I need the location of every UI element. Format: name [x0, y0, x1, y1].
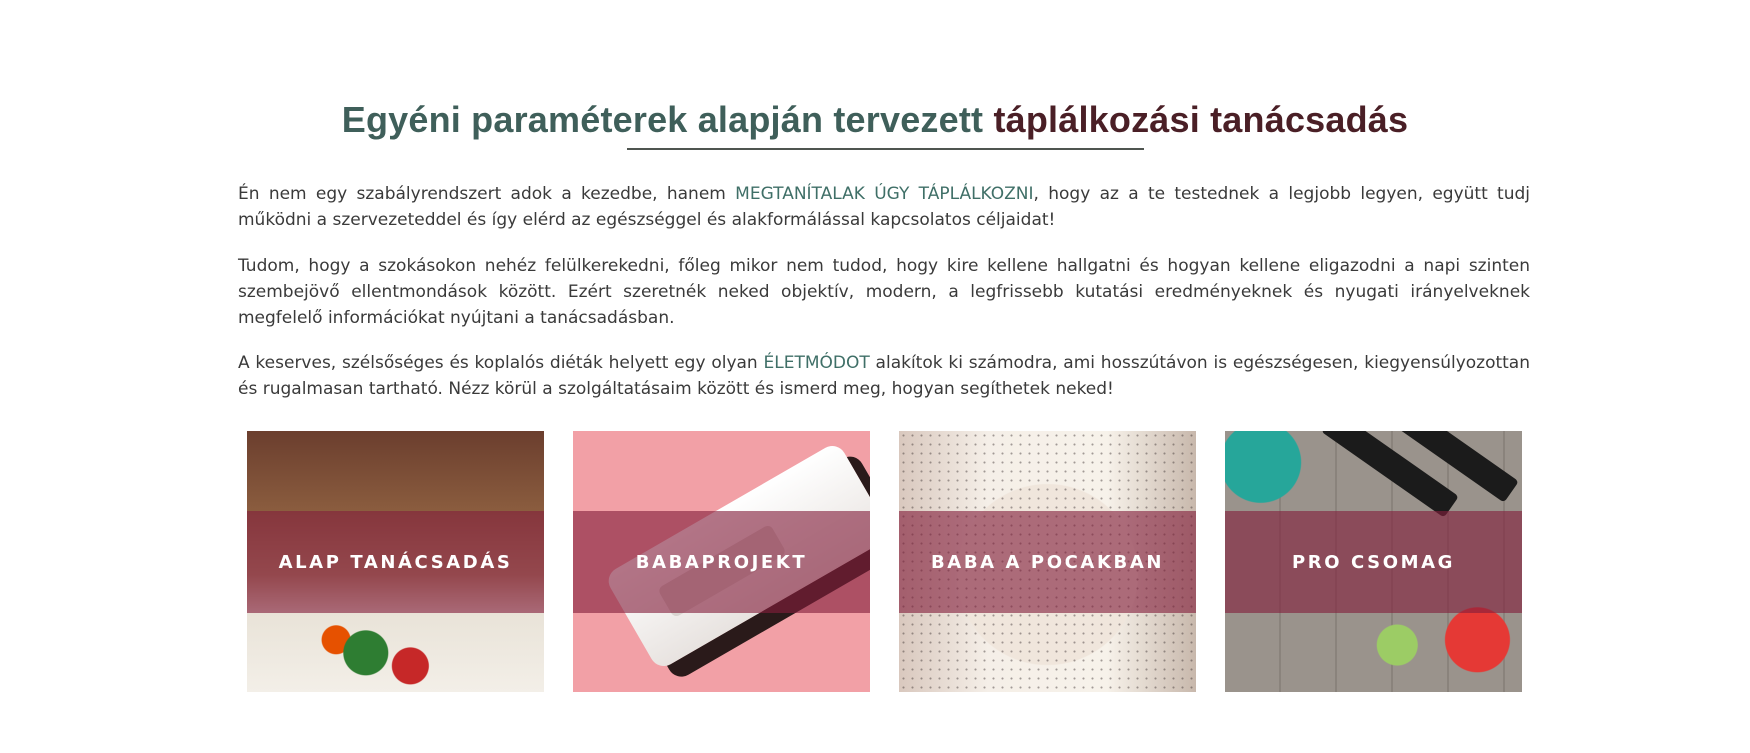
p3-start: A keserves, szélsőséges és koplalós diét…	[238, 353, 764, 373]
card-overlay: PRO CSOMAG	[1225, 511, 1522, 613]
service-cards: ALAP TANÁCSADÁS BABAPROJEKT BABA A POCAK…	[0, 431, 1750, 692]
heading-underline	[627, 148, 1144, 150]
section-heading: Egyéni paraméterek alapján tervezett táp…	[0, 98, 1750, 142]
p1-start: Én nem egy szabályrendszert adok a kezed…	[238, 184, 736, 204]
card-label: BABAPROJEKT	[635, 551, 808, 573]
heading-part-a: Egyéni paraméterek alapján tervezett	[341, 99, 984, 140]
intro-paragraph-1: Én nem egy szabályrendszert adok a kezed…	[238, 181, 1530, 233]
p1-highlight: MEGTANÍTALAK ÚGY TÁPLÁLKOZNI	[735, 184, 1034, 204]
heading-part-b: táplálkozási tanácsadás	[993, 99, 1409, 140]
card-alap-tanacsadas[interactable]: ALAP TANÁCSADÁS	[247, 431, 544, 692]
card-babaprojekt[interactable]: BABAPROJEKT	[573, 431, 870, 692]
intro-paragraph-3: A keserves, szélsőséges és koplalós diét…	[238, 350, 1530, 402]
intro-paragraph-2: Tudom, hogy a szokásokon nehéz felülkere…	[238, 256, 1530, 328]
card-label: ALAP TANÁCSADÁS	[278, 551, 513, 573]
card-label: BABA A POCAKBAN	[930, 551, 1165, 573]
services-section: Egyéni paraméterek alapján tervezett táp…	[0, 0, 1750, 753]
card-pro-csomag[interactable]: PRO CSOMAG	[1225, 431, 1522, 692]
card-label: PRO CSOMAG	[1291, 551, 1456, 573]
card-overlay: BABA A POCAKBAN	[899, 511, 1196, 613]
card-overlay: BABAPROJEKT	[573, 511, 870, 613]
p3-highlight: ÉLETMÓDOT	[763, 353, 870, 373]
card-baba-a-pocakban[interactable]: BABA A POCAKBAN	[899, 431, 1196, 692]
card-overlay: ALAP TANÁCSADÁS	[247, 511, 544, 613]
